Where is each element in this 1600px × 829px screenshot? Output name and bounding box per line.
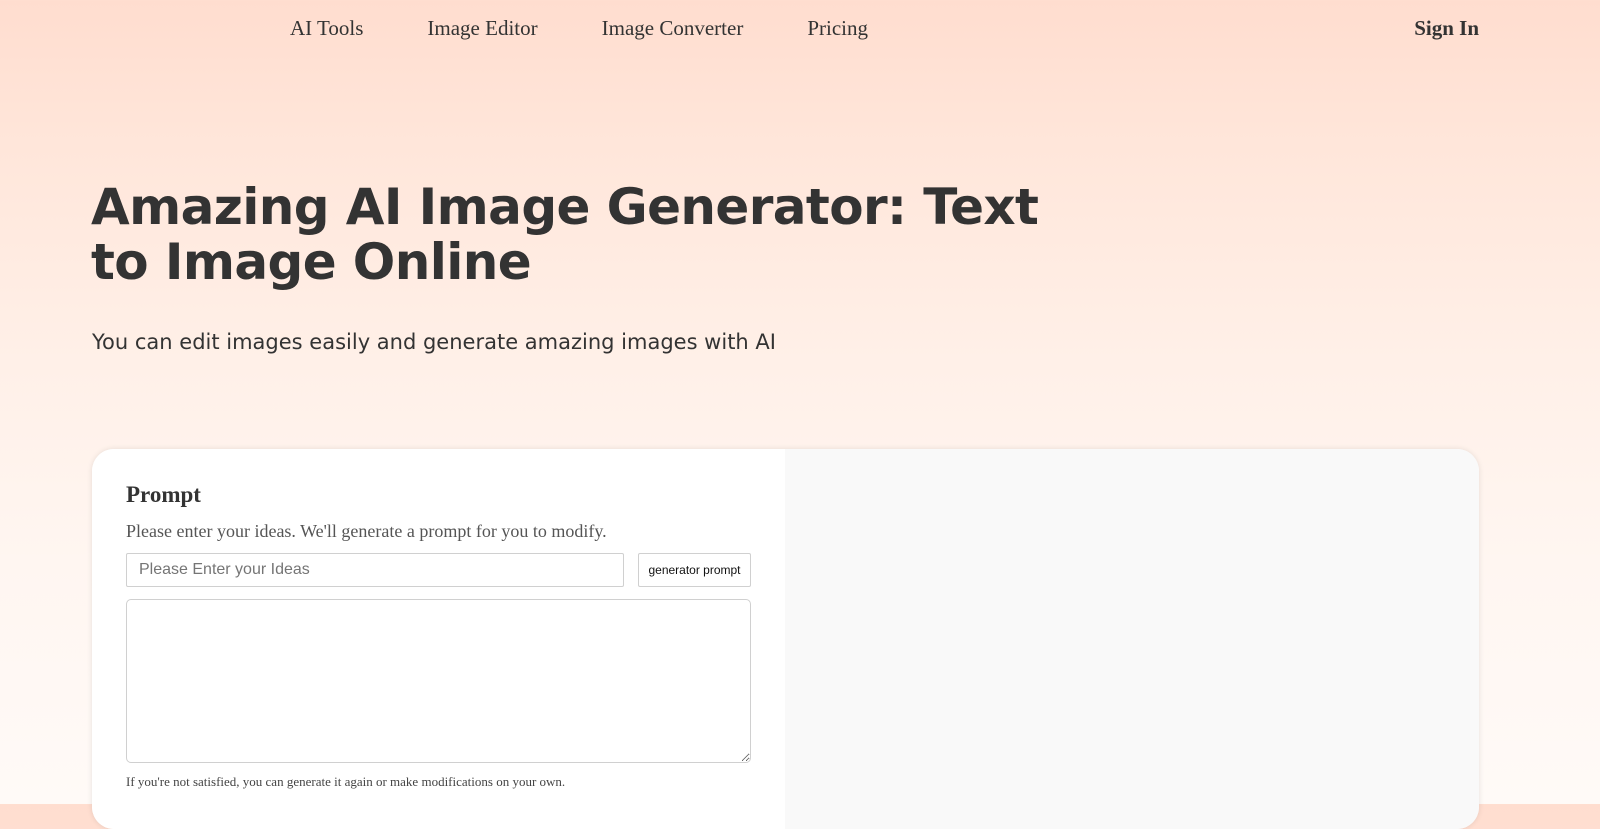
prompt-hint: If you're not satisfied, you can generat… — [126, 774, 566, 789]
ideas-input[interactable] — [126, 553, 624, 587]
nav-links: AI Tools Image Editor Image Converter Pr… — [290, 16, 868, 41]
prompt-description: Please enter your ideas. We'll generate … — [126, 521, 607, 541]
generator-card: Prompt Please enter your ideas. We'll ge… — [92, 449, 1479, 829]
prompt-textarea[interactable] — [126, 599, 751, 763]
prompt-panel: Prompt Please enter your ideas. We'll ge… — [92, 449, 785, 829]
nav-link-image-editor[interactable]: Image Editor — [427, 16, 537, 41]
sign-in-link[interactable]: Sign In — [1414, 16, 1479, 41]
top-navigation: AI Tools Image Editor Image Converter Pr… — [0, 0, 1600, 62]
nav-link-ai-tools[interactable]: AI Tools — [290, 16, 363, 41]
prompt-heading: Prompt — [126, 482, 201, 507]
image-preview-panel — [785, 449, 1479, 829]
generator-prompt-button[interactable]: generator prompt — [638, 553, 751, 587]
page-title: Amazing AI Image Generator: Text to Imag… — [91, 178, 1039, 291]
nav-link-pricing[interactable]: Pricing — [807, 16, 868, 41]
page-subtitle: You can edit images easily and generate … — [92, 330, 776, 354]
nav-link-image-converter[interactable]: Image Converter — [602, 16, 744, 41]
